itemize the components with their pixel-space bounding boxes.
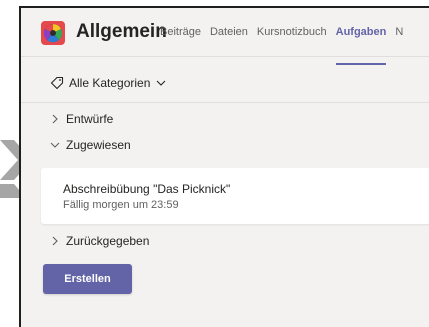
chevron-down-icon [157, 80, 166, 86]
assignment-due-date: Fällig morgen um 23:59 [63, 199, 179, 211]
channel-tabs: Beiträge Dateien Kursnotizbuch Aufgaben … [160, 18, 412, 65]
divider [21, 102, 429, 103]
channel-header: Allgemein Beiträge Dateien Kursnotizbuch… [21, 8, 429, 65]
section-zurueckgegeben[interactable]: Zurückgegeben [50, 234, 149, 248]
category-filter-label: Alle Kategorien [69, 76, 151, 90]
class-team-icon[interactable] [41, 21, 65, 45]
section-label-entwuerfe: Entwürfe [66, 112, 114, 126]
tab-kursnotizbuch[interactable]: Kursnotizbuch [257, 18, 327, 56]
assignment-title: Abschreibübung "Das Picknick" [63, 182, 231, 196]
chevron-right-icon [52, 236, 58, 246]
tag-icon [50, 76, 64, 90]
tab-more[interactable]: N [395, 18, 403, 56]
teams-window: Allgemein Beiträge Dateien Kursnotizbuch… [19, 6, 429, 327]
section-label-zugewiesen: Zugewiesen [66, 138, 131, 152]
tab-aufgaben[interactable]: Aufgaben [335, 18, 386, 65]
chevron-right-icon [52, 114, 58, 124]
category-filter-dropdown[interactable]: Alle Kategorien [50, 76, 166, 90]
assignment-card[interactable]: Abschreibübung "Das Picknick" Fällig mor… [41, 168, 429, 224]
tab-beitraege[interactable]: Beiträge [160, 18, 201, 56]
tab-dateien[interactable]: Dateien [210, 18, 248, 56]
channel-title: Allgemein [76, 21, 167, 42]
section-entwuerfe[interactable]: Entwürfe [50, 112, 113, 126]
create-button[interactable]: Erstellen [43, 264, 132, 294]
section-zugewiesen[interactable]: Zugewiesen [50, 138, 131, 152]
screenshot-frame: Allgemein Beiträge Dateien Kursnotizbuch… [0, 0, 429, 327]
chevron-down-icon [50, 142, 60, 148]
section-label-zurueckgegeben: Zurückgegeben [66, 234, 150, 248]
